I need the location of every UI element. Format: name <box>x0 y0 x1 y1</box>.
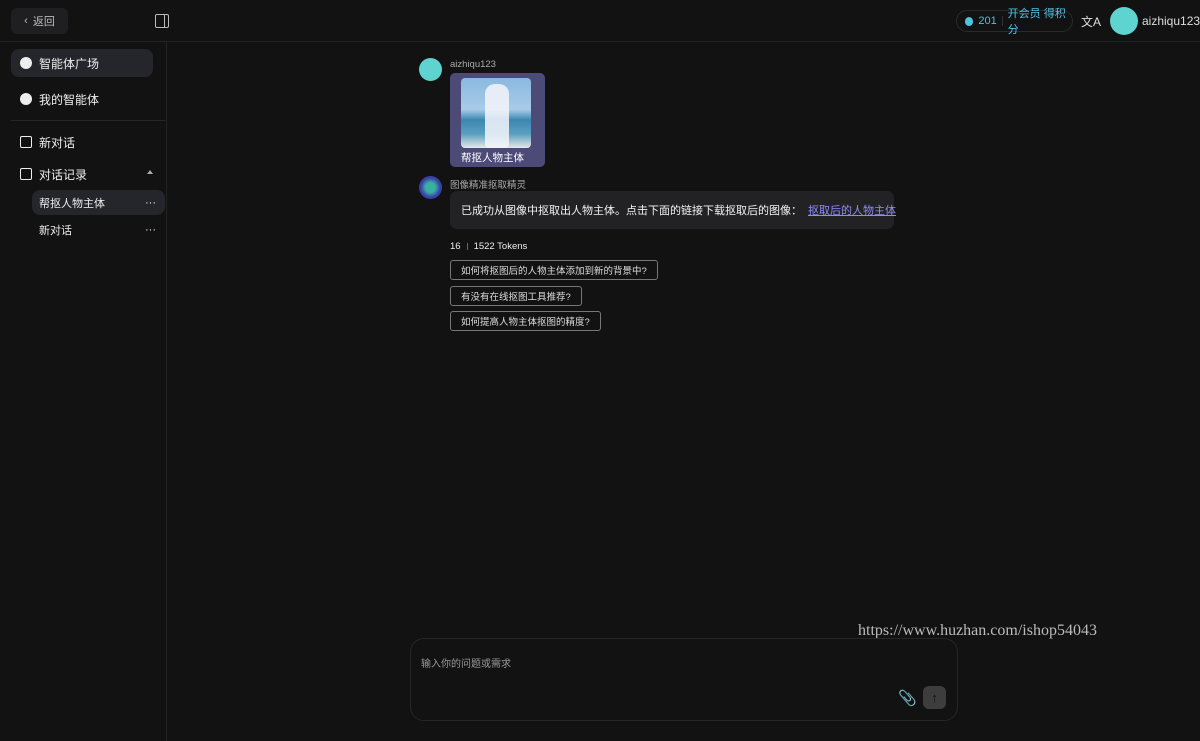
message-stats: 16 1522 Tokens <box>450 241 528 252</box>
header: ‹ 返回 201 开会员 得积分 文A aizhiqu123 <box>0 0 1200 42</box>
vip-link[interactable]: 开会员 得积分 <box>1008 5 1072 37</box>
person-figure <box>485 84 509 148</box>
username[interactable]: aizhiqu123 <box>1142 14 1200 28</box>
sidebar-item-new-chat[interactable]: 新对话 <box>11 128 153 156</box>
suggestion-button[interactable]: 如何将抠图后的人物主体添加到新的背景中? <box>450 260 658 280</box>
back-button[interactable]: ‹ 返回 <box>11 8 68 34</box>
sidebar: 智能体广场 我的智能体 新对话 对话记录 帮抠人物主体 ··· 新对话 ··· <box>0 42 167 741</box>
divider <box>11 120 165 121</box>
edit-icon <box>20 136 32 148</box>
clipboard-icon <box>20 168 32 180</box>
history-item[interactable]: 新对话 ··· <box>32 217 165 242</box>
download-link[interactable]: 抠取后的人物主体 <box>808 202 896 218</box>
uploaded-image[interactable] <box>461 78 531 148</box>
paperclip-icon[interactable]: 📎 <box>898 689 917 707</box>
sidebar-item-my-agents[interactable]: 我的智能体 <box>11 85 153 113</box>
bot-message: 已成功从图像中抠取出人物主体。点击下面的链接下载抠取后的图像： 抠取后的人物主体 <box>450 191 896 229</box>
points-icon <box>965 16 974 26</box>
user-avatar <box>419 58 442 81</box>
chat-input[interactable] <box>421 655 881 695</box>
chevron-left-icon: ‹ <box>24 15 28 27</box>
send-button[interactable]: ↑ <box>923 686 946 709</box>
user-name: aizhiqu123 <box>450 59 496 70</box>
divider <box>1001 16 1003 26</box>
avatar[interactable] <box>1110 7 1138 35</box>
chat-input-box: 📎 ↑ <box>410 638 958 721</box>
suggestion-button[interactable]: 有没有在线抠图工具推荐? <box>450 286 582 306</box>
sidebar-item-history[interactable]: 对话记录 <box>11 160 153 188</box>
bot-name: 图像精准抠取精灵 <box>450 180 527 191</box>
suggestion-button[interactable]: 如何提高人物主体抠图的精度? <box>450 311 601 331</box>
points-badge[interactable]: 201 开会员 得积分 <box>956 8 1073 36</box>
user-message-image-card[interactable]: 帮抠人物主体 <box>450 73 545 167</box>
more-icon[interactable]: ··· <box>145 224 156 236</box>
compass-icon <box>20 57 32 69</box>
history-item[interactable]: 帮抠人物主体 ··· <box>32 190 165 215</box>
sidebar-toggle-icon[interactable] <box>155 14 169 28</box>
more-icon[interactable]: ··· <box>145 197 156 209</box>
bot-avatar <box>419 176 442 199</box>
agent-icon <box>20 93 32 105</box>
divider <box>466 243 468 250</box>
caret-up-icon[interactable] <box>147 170 153 174</box>
sidebar-item-agent-plaza[interactable]: 智能体广场 <box>11 49 153 77</box>
user-message-text: 帮抠人物主体 <box>461 152 524 164</box>
translate-icon[interactable]: 文A <box>1081 13 1101 30</box>
